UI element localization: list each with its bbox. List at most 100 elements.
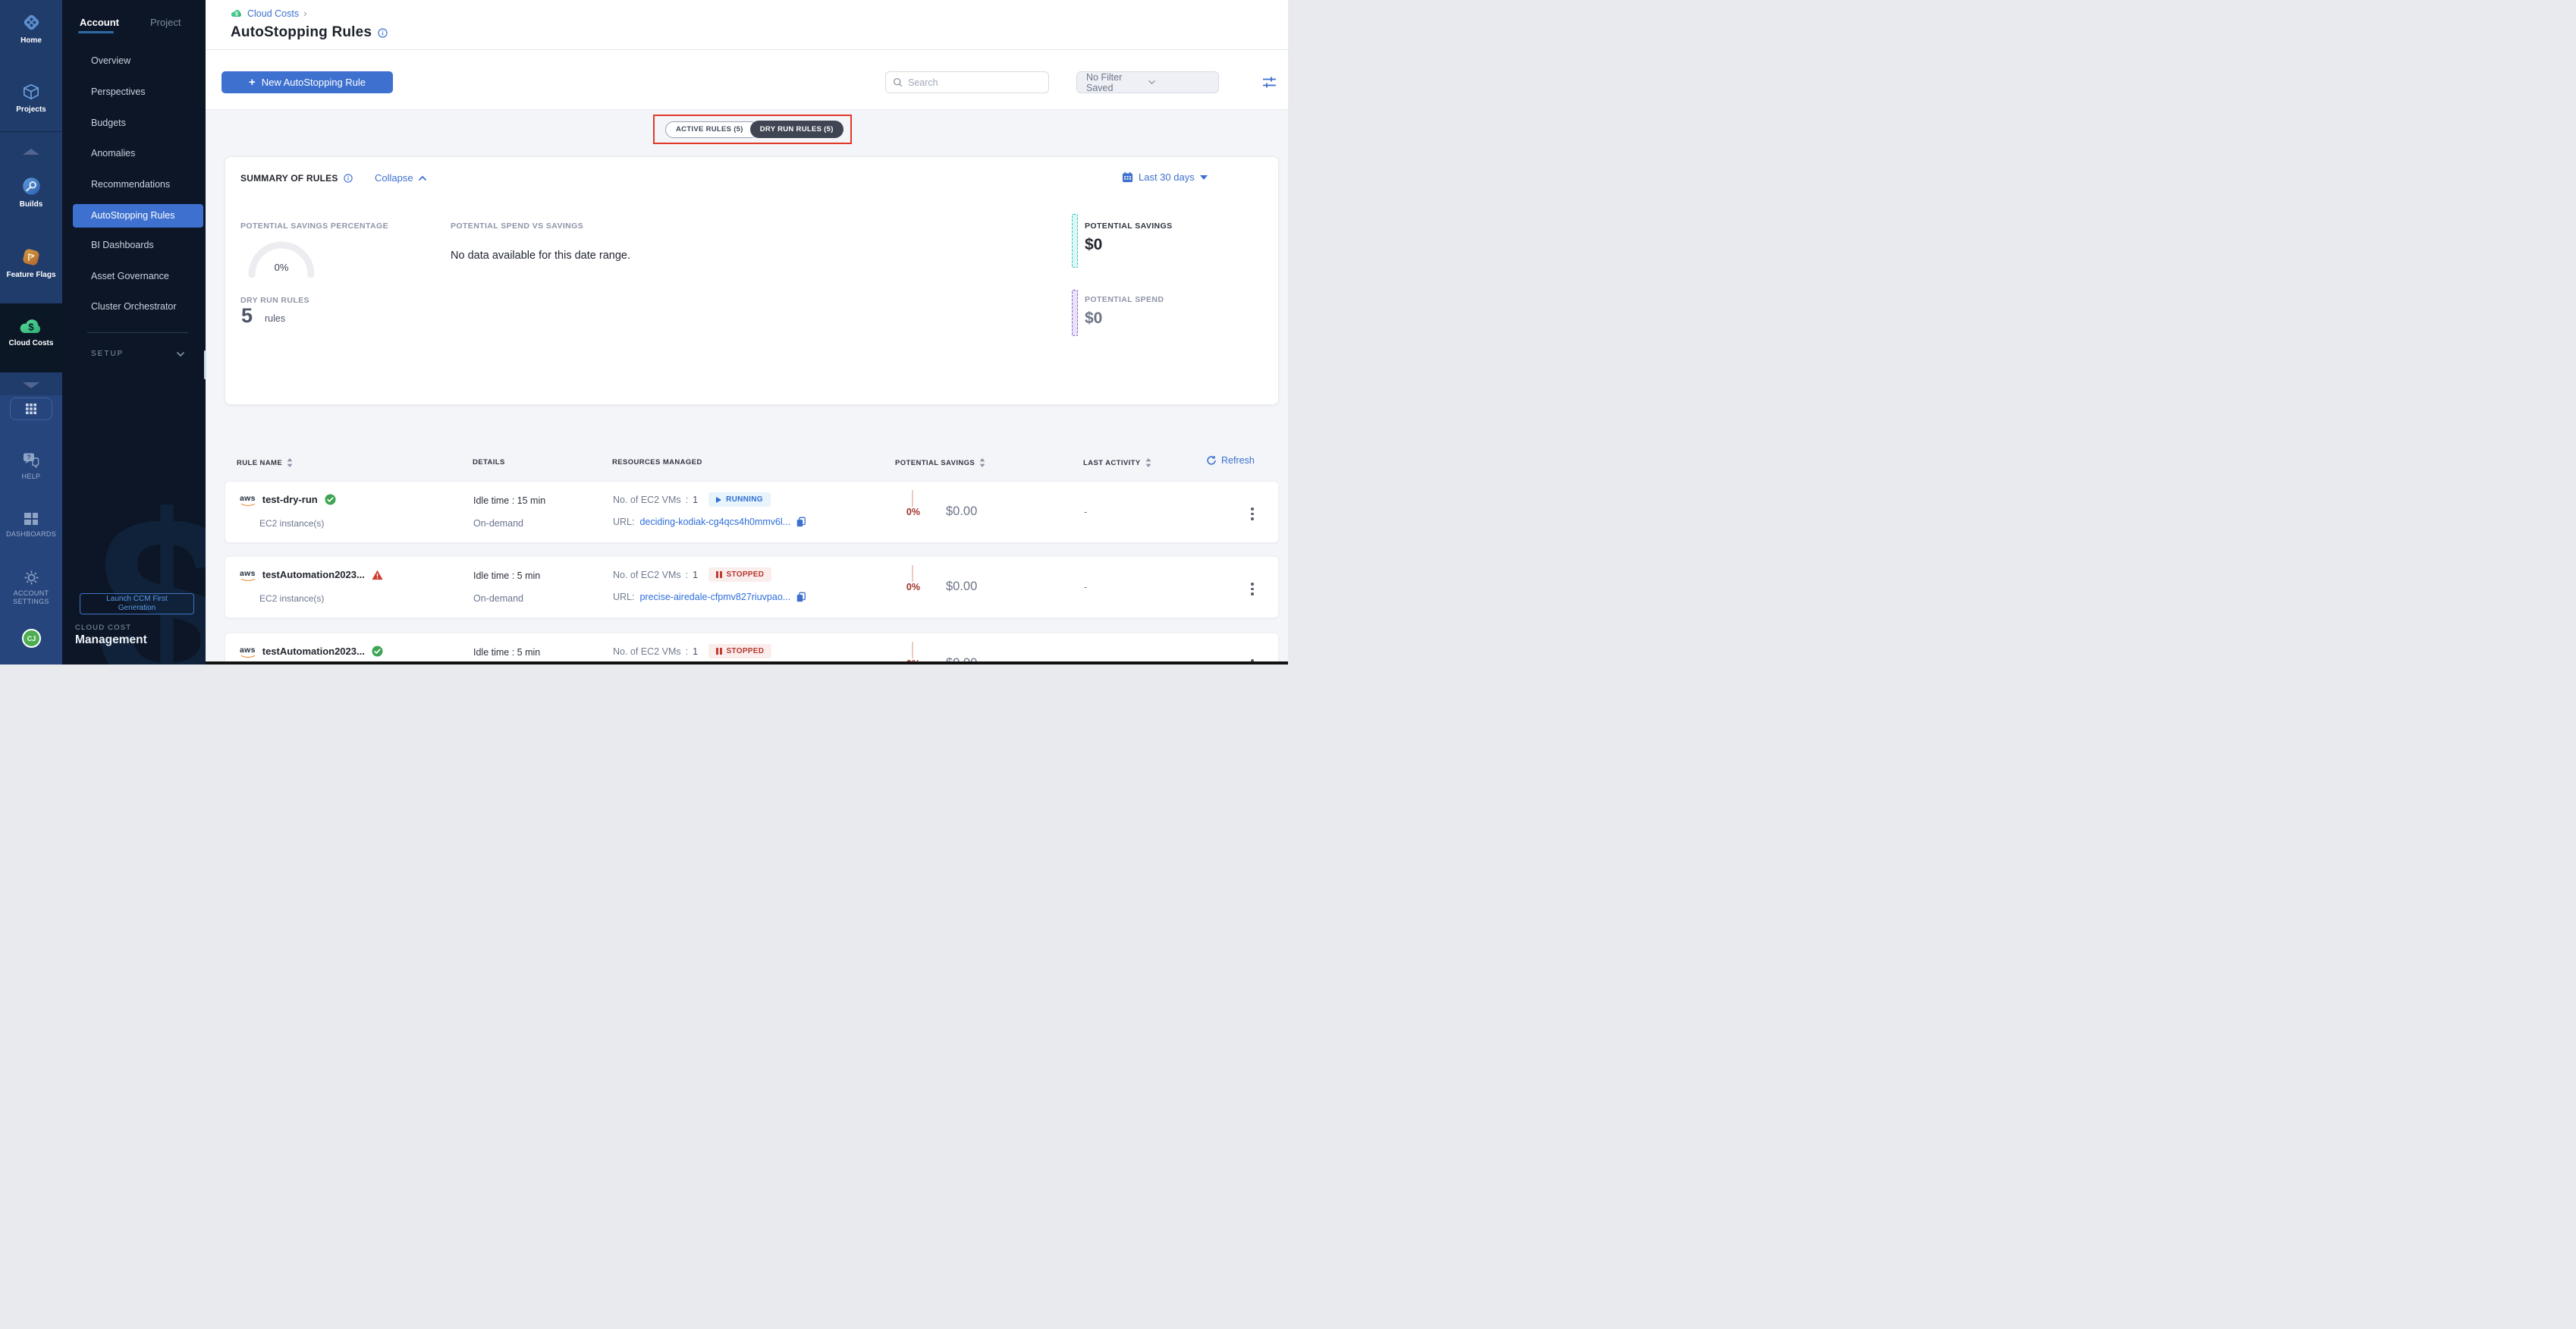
refresh-button[interactable]: Refresh bbox=[1206, 455, 1255, 466]
gear-icon bbox=[24, 570, 39, 586]
rule-idle-time: Idle time : 15 min bbox=[473, 495, 545, 506]
play-icon bbox=[716, 497, 721, 503]
success-check-icon bbox=[325, 494, 336, 505]
launch-ccm-first-gen-button[interactable]: Launch CCM First Generation bbox=[80, 593, 194, 614]
rule-name: testAutomation2023... bbox=[262, 646, 365, 657]
title-info-icon[interactable] bbox=[378, 28, 388, 38]
vms-colon: : bbox=[686, 570, 688, 580]
search-input[interactable] bbox=[908, 77, 1041, 88]
user-avatar[interactable]: CJ bbox=[22, 629, 41, 648]
sidebar-item-cluster-orchestrator[interactable]: Cluster Orchestrator bbox=[91, 301, 177, 312]
nav-dashboards[interactable]: DASHBOARDS bbox=[0, 511, 62, 539]
breadcrumb: $ Cloud Costs › bbox=[231, 8, 306, 19]
savings-sparkline bbox=[912, 490, 913, 507]
calendar-icon bbox=[1122, 171, 1133, 183]
aws-icon: aws bbox=[240, 646, 256, 657]
col-last-activity-label: LAST ACTIVITY bbox=[1083, 459, 1141, 467]
savings-amount: $0.00 bbox=[946, 580, 977, 594]
col-details-label: DETAILS bbox=[473, 458, 505, 467]
sidebar-item-overview[interactable]: Overview bbox=[91, 55, 130, 66]
potential-spend-bar bbox=[1072, 290, 1078, 336]
status-badge: STOPPED bbox=[708, 567, 771, 582]
date-range-value: Last 30 days bbox=[1139, 171, 1195, 183]
rule-url-link[interactable]: deciding-kodiak-cg4qcs4h0mmv6l... bbox=[639, 517, 790, 527]
savings-amount: $0.00 bbox=[946, 504, 977, 519]
breadcrumb-cloud-costs-link[interactable]: Cloud Costs bbox=[247, 8, 299, 19]
sidebar-item-perspectives[interactable]: Perspectives bbox=[91, 86, 146, 97]
dry-run-rules-unit: rules bbox=[265, 313, 285, 324]
collapse-down-control[interactable] bbox=[0, 382, 62, 388]
table-row[interactable]: aws testAutomation2023... EC2 instance(s… bbox=[225, 556, 1279, 618]
sidebar-item-autostopping-rules[interactable]: AutoStopping Rules bbox=[73, 204, 203, 228]
table-row[interactable]: aws testAutomation2023... Idle time : 5 … bbox=[225, 633, 1279, 664]
rule-url-link[interactable]: precise-airedale-cfpmv827riuvpao... bbox=[639, 592, 790, 602]
sidebar-item-bi-dashboards[interactable]: BI Dashboards bbox=[91, 240, 154, 250]
brand-management: Management bbox=[75, 633, 147, 647]
copy-icon[interactable] bbox=[796, 592, 806, 602]
row-menu-button[interactable] bbox=[1251, 583, 1254, 595]
new-autostopping-rule-button[interactable]: + New AutoStopping Rule bbox=[221, 71, 393, 93]
filter-sliders-icon[interactable] bbox=[1261, 75, 1277, 90]
potential-savings-value: $0 bbox=[1085, 236, 1102, 254]
sidebar-section-setup[interactable]: SETUP bbox=[91, 350, 124, 358]
module-home-label: Home bbox=[20, 36, 42, 45]
savings-gauge-value: 0% bbox=[245, 262, 318, 273]
toggle-dry-run-rules[interactable]: DRY RUN RULES (5) bbox=[750, 121, 843, 138]
sidebar-item-asset-governance[interactable]: Asset Governance bbox=[91, 271, 169, 281]
toggle-active-rules[interactable]: ACTIVE RULES (5) bbox=[665, 121, 759, 138]
sidebar-item-budgets[interactable]: Budgets bbox=[91, 118, 126, 128]
success-check-icon bbox=[372, 646, 383, 657]
saved-filter-value: No Filter Saved bbox=[1086, 72, 1148, 93]
pause-icon bbox=[716, 571, 722, 578]
module-feature-flags-label: Feature Flags bbox=[6, 271, 55, 279]
date-range-picker[interactable]: Last 30 days bbox=[1122, 171, 1208, 183]
column-header-rule-name[interactable]: RULE NAME bbox=[237, 458, 293, 467]
module-cloud-costs[interactable]: $ Cloud Costs bbox=[0, 303, 62, 372]
column-header-savings[interactable]: POTENTIAL SAVINGS bbox=[895, 458, 985, 467]
savings-percent: 0% bbox=[890, 507, 920, 517]
cloud-costs-breadcrumb-icon: $ bbox=[231, 8, 243, 18]
sidebar-item-anomalies[interactable]: Anomalies bbox=[91, 148, 135, 159]
column-header-details: DETAILS bbox=[473, 458, 505, 467]
nav-account-settings-label: ACCOUNT SETTINGS bbox=[5, 589, 58, 606]
summary-collapse-control[interactable]: Collapse bbox=[375, 172, 427, 184]
table-row[interactable]: aws test-dry-run EC2 instance(s) Idle ti… bbox=[225, 481, 1279, 543]
sort-icon bbox=[287, 458, 293, 467]
page-title: AutoStopping Rules bbox=[231, 24, 372, 41]
module-home[interactable]: Home bbox=[0, 12, 62, 45]
module-projects[interactable]: Projects bbox=[0, 82, 62, 114]
collapse-up-control[interactable] bbox=[0, 149, 62, 155]
search-icon bbox=[893, 77, 903, 87]
module-feature-flags[interactable]: Feature Flags bbox=[0, 247, 62, 279]
saved-filter-dropdown[interactable]: No Filter Saved bbox=[1076, 71, 1219, 93]
summary-info-icon[interactable] bbox=[344, 174, 353, 183]
no-data-message: No data available for this date range. bbox=[451, 250, 630, 262]
feature-flags-icon bbox=[21, 247, 41, 267]
viewport-bottom-edge bbox=[206, 661, 1288, 664]
nav-help[interactable]: ? HELP bbox=[0, 452, 62, 481]
rule-plan: On-demand bbox=[473, 518, 523, 529]
rule-idle-time: Idle time : 5 min bbox=[473, 570, 540, 581]
sidebar-item-recommendations[interactable]: Recommendations bbox=[91, 179, 170, 190]
collapse-label: Collapse bbox=[375, 172, 413, 184]
module-picker[interactable] bbox=[10, 397, 52, 420]
row-menu-button[interactable] bbox=[1251, 507, 1254, 520]
vms-colon: : bbox=[686, 646, 688, 657]
module-builds[interactable]: Builds bbox=[0, 176, 62, 209]
tab-account[interactable]: Account bbox=[80, 17, 119, 28]
vms-label: No. of EC2 VMs bbox=[613, 495, 681, 505]
savings-sparkline bbox=[912, 565, 913, 582]
nav-dashboards-label: DASHBOARDS bbox=[6, 530, 56, 539]
column-header-last-activity[interactable]: LAST ACTIVITY bbox=[1083, 458, 1151, 467]
nav-account-settings[interactable]: ACCOUNT SETTINGS bbox=[0, 570, 62, 606]
copy-icon[interactable] bbox=[796, 517, 806, 527]
rule-name: testAutomation2023... bbox=[262, 569, 365, 580]
nav-scroll-indicator[interactable] bbox=[204, 350, 206, 379]
tab-project[interactable]: Project bbox=[150, 17, 181, 28]
savings-sparkline bbox=[912, 642, 913, 658]
dashboards-icon bbox=[24, 511, 39, 526]
refresh-label: Refresh bbox=[1221, 455, 1255, 466]
svg-text:$: $ bbox=[235, 12, 238, 17]
aws-icon: aws bbox=[240, 569, 256, 580]
rule-idle-time: Idle time : 5 min bbox=[473, 647, 540, 658]
